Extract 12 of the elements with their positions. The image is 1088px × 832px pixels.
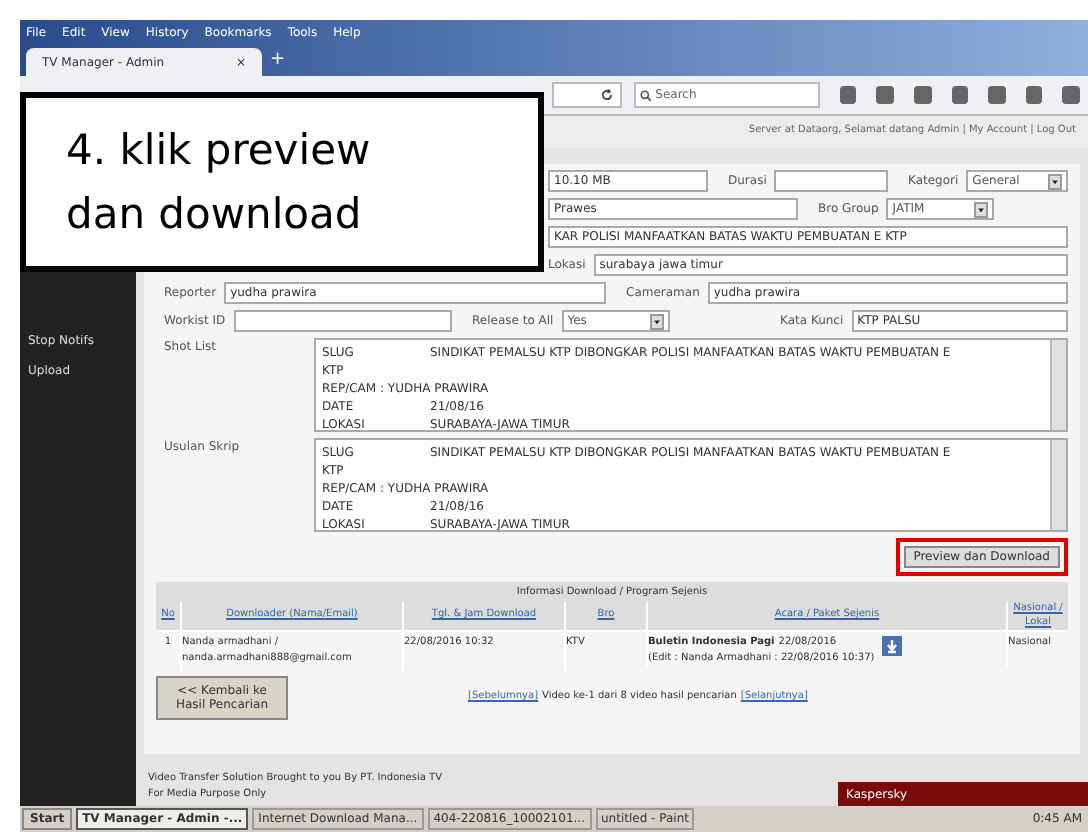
search-icon <box>639 89 652 101</box>
reload-icon[interactable] <box>599 88 614 102</box>
address-field[interactable] <box>552 82 622 108</box>
dropdown-arrow-icon <box>974 201 989 217</box>
dropdown-arrow-icon <box>649 313 664 329</box>
callout-tooltip: 4. klik preview dan download <box>20 92 544 272</box>
new-tab-button[interactable]: + <box>270 47 286 76</box>
input-field[interactable] <box>233 310 452 332</box>
input-field[interactable] <box>774 170 888 192</box>
dropdown-arrow-icon <box>1048 173 1062 189</box>
scrollbar[interactable] <box>1050 340 1066 430</box>
scrollbar[interactable] <box>1050 440 1066 530</box>
